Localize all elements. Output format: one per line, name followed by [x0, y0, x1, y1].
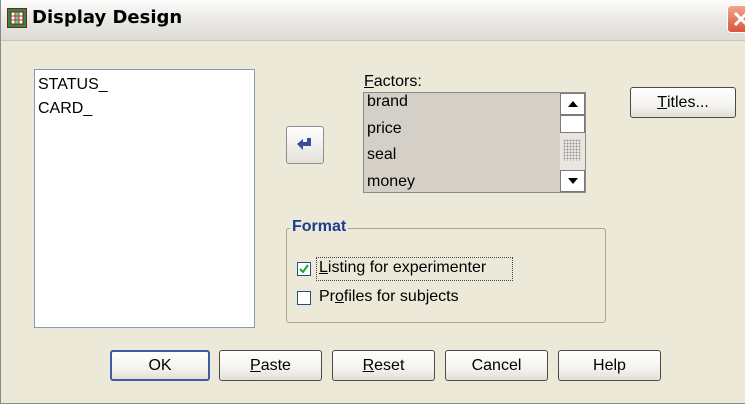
triangle-down-icon	[568, 178, 578, 184]
triangle-up-icon	[568, 101, 578, 107]
variables-listbox[interactable]: STATUS_ CARD_	[34, 69, 255, 328]
variable-item-card[interactable]: CARD_	[38, 100, 92, 118]
titles-button[interactable]: Titles...	[630, 87, 736, 118]
scroll-down-button[interactable]	[560, 170, 585, 192]
scroll-grip	[563, 139, 581, 161]
arrow-left-icon	[297, 138, 311, 150]
scroll-up-button[interactable]	[560, 93, 585, 115]
factors-scrollbar[interactable]	[560, 93, 585, 192]
profiles-label[interactable]: Profiles for subjects	[319, 288, 459, 306]
close-button[interactable]	[727, 5, 745, 33]
cancel-button[interactable]: Cancel	[445, 350, 548, 381]
factor-item-price[interactable]: price	[367, 120, 402, 138]
profiles-checkbox[interactable]	[297, 291, 311, 305]
display-design-dialog: Display Design STATUS_ CARD_ Factors: br…	[0, 0, 745, 404]
reset-button[interactable]: Reset	[332, 350, 435, 381]
factor-item-seal[interactable]: seal	[367, 146, 396, 164]
listing-label[interactable]: Listing for experimenter	[319, 259, 486, 277]
spss-grid-icon	[7, 8, 27, 28]
scroll-thumb[interactable]	[560, 115, 585, 133]
paste-button[interactable]: Paste	[219, 350, 322, 381]
help-button[interactable]: Help	[558, 350, 661, 381]
checkmark-icon	[299, 264, 309, 274]
title-bar[interactable]: Display Design	[1, 0, 745, 41]
factor-item-brand[interactable]: brand	[367, 93, 408, 111]
factor-item-money[interactable]: money	[367, 173, 415, 191]
format-group-title: Format	[290, 218, 349, 236]
move-variable-button[interactable]	[286, 126, 324, 164]
ok-button[interactable]: OK	[110, 350, 210, 381]
window-title: Display Design	[32, 7, 183, 28]
variable-item-status[interactable]: STATUS_	[38, 76, 108, 94]
close-x-icon	[733, 11, 745, 27]
factors-label: Factors:	[364, 73, 422, 90]
listing-checkbox[interactable]	[297, 262, 311, 276]
factors-listbox[interactable]: brand price seal money	[363, 92, 586, 193]
